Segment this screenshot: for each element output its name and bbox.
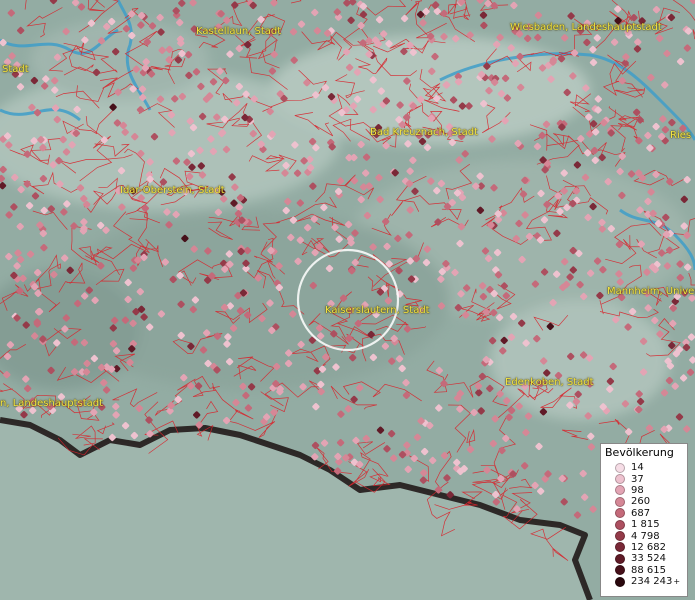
- legend-class-label: 234 243: [631, 576, 673, 588]
- legend-class-label: 37: [631, 473, 644, 485]
- legend-class-row: 14: [605, 462, 683, 473]
- legend-dot-icon: [615, 485, 625, 496]
- legend-class-label: 687: [631, 507, 651, 519]
- legend-class-row: 260: [605, 496, 683, 507]
- legend-dot-icon: [615, 531, 625, 542]
- map-legend: Bevölkerung 14 37 98 260 687 1 815 4 798 12 682…: [600, 443, 688, 597]
- legend-dot-icon: [615, 565, 625, 576]
- legend-class-label: 88 615: [631, 564, 666, 576]
- legend-class-row: 37: [605, 473, 683, 485]
- legend-class-label: 14: [631, 462, 644, 474]
- legend-dot-icon: [615, 542, 625, 553]
- legend-class-label: 33 524: [631, 553, 666, 565]
- legend-class-row: 1 815: [605, 519, 683, 530]
- legend-dot-icon: [615, 508, 625, 519]
- legend-plus-mark: +: [673, 577, 681, 587]
- legend-dot-icon: [615, 474, 625, 485]
- legend-dot-icon: [615, 553, 625, 564]
- legend-class-label: 4 798: [631, 530, 660, 542]
- legend-class-label: 12 682: [631, 541, 666, 553]
- legend-class-row: 234 243 +: [605, 576, 683, 587]
- legend-class-label: 1 815: [631, 519, 660, 531]
- legend-dot-icon: [615, 462, 625, 473]
- legend-class-row: 687: [605, 508, 683, 519]
- legend-dot-icon: [615, 496, 625, 507]
- population-map[interactable]: [0, 0, 695, 600]
- legend-class-label: 260: [631, 496, 651, 508]
- legend-class-row: 4 798: [605, 530, 683, 542]
- legend-class-row: 12 682: [605, 542, 683, 553]
- legend-dot-icon: [615, 576, 625, 587]
- legend-rows: 14 37 98 260 687 1 815 4 798 12 682 33 524 88 615…: [605, 462, 683, 587]
- legend-class-label: 98: [631, 484, 644, 496]
- legend-class-row: 88 615: [605, 565, 683, 576]
- legend-dot-icon: [615, 519, 625, 530]
- legend-title: Bevölkerung: [605, 446, 674, 459]
- legend-class-row: 98: [605, 485, 683, 496]
- legend-class-row: 33 524: [605, 553, 683, 564]
